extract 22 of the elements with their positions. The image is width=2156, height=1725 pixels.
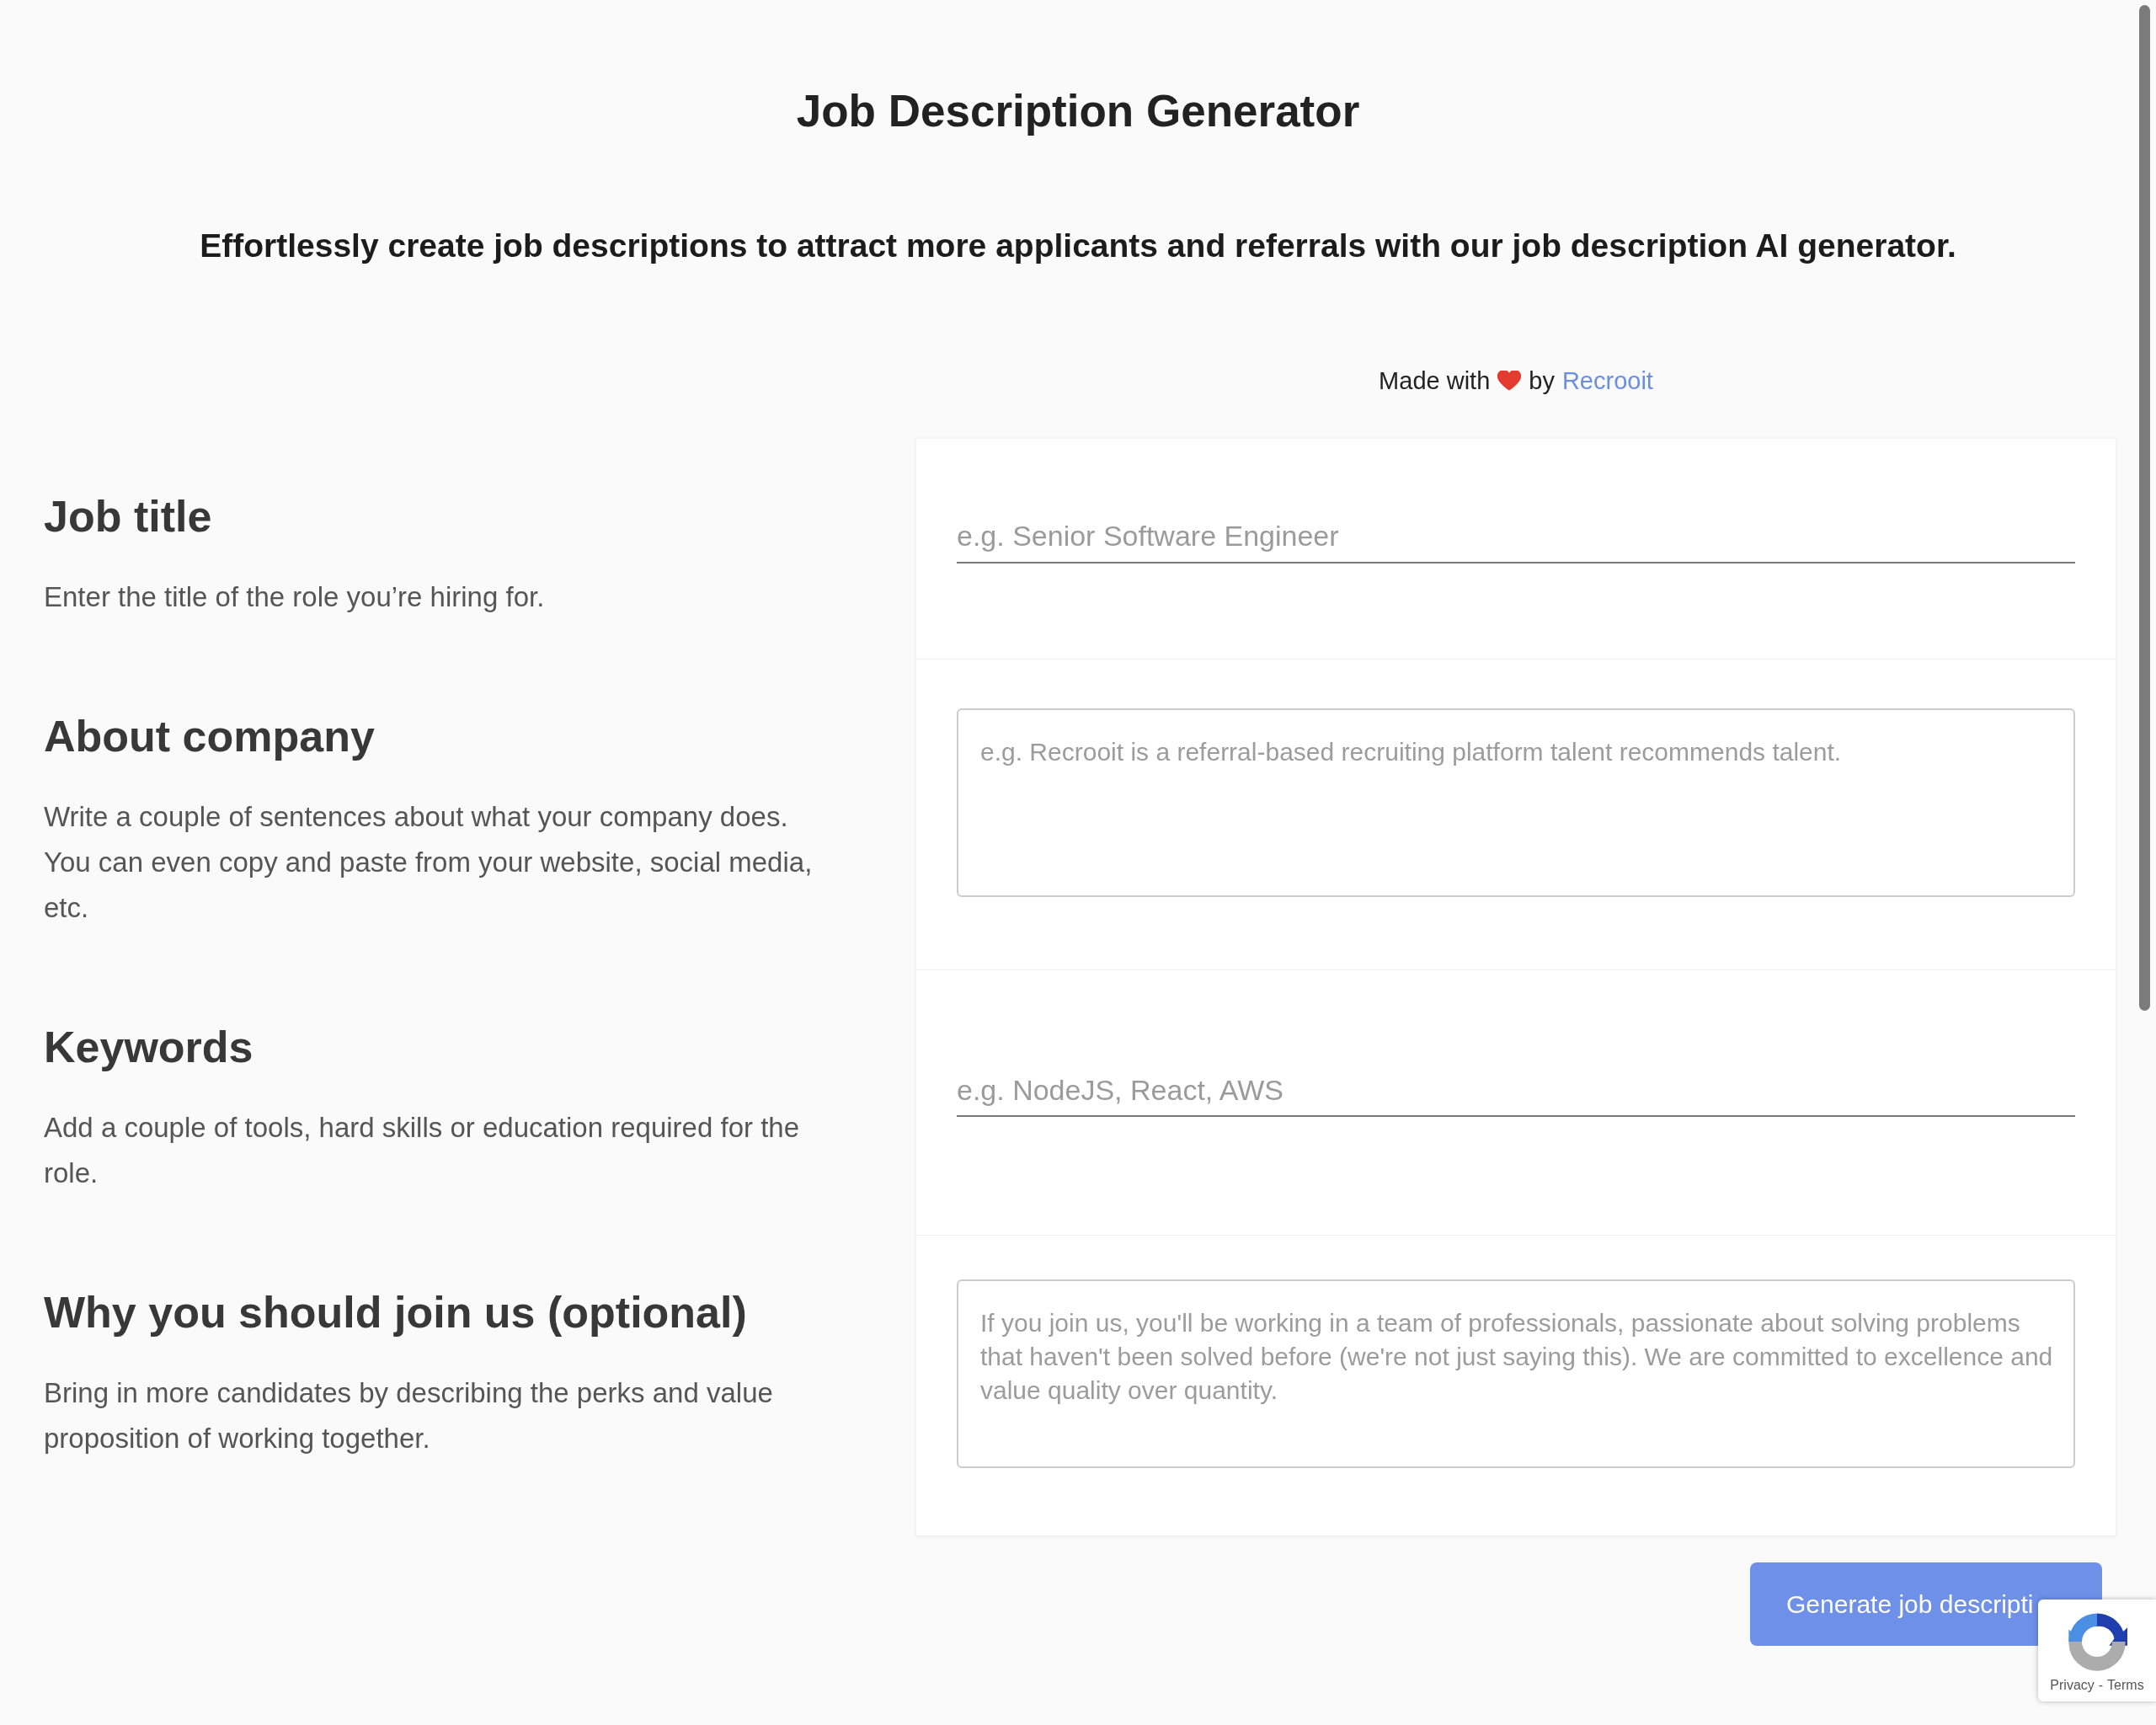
- section-description: Enter the title of the role you’re hiring for.: [44, 580, 546, 614]
- page-subtitle: Effortlessly create job descriptions to attract more applicants and referrals with our job description AI generator.: [199, 227, 1957, 265]
- text-area[interactable]: e.g. Recrooit is a referral-based recruiting platform talent recommends talent.: [957, 708, 2075, 897]
- section-heading: Keywords: [44, 1022, 254, 1073]
- text-area[interactable]: If you join us, you'll be working in a team of professionals, passionate about solving problems that haven't been solved before (we're not just saying this). We are committed to excellence and value quality over quantity.: [957, 1279, 2075, 1468]
- section-description: Bring in more candidates by describing the perks and value proposition of working together.: [44, 1376, 774, 1455]
- badge-link[interactable]: Privacy: [2050, 1676, 2095, 1695]
- link-separator: -: [2098, 1677, 2104, 1694]
- scrollbar-thumb[interactable]: [2139, 5, 2150, 1011]
- section-heading: Job title: [44, 491, 213, 542]
- heart-icon: [1497, 371, 1522, 391]
- section-description: Add a couple of tools, hard skills or education required for the role.: [44, 1111, 801, 1190]
- credit-text: by: [1529, 366, 1555, 396]
- text-input[interactable]: e.g. NodeJS, React, AWS: [957, 1065, 2075, 1117]
- section-heading: About company: [44, 711, 376, 762]
- text-input[interactable]: e.g. Senior Software Engineer: [957, 510, 2075, 563]
- section-description: Write a couple of sentences about what your company does. You can even copy and paste from your website, social media, etc.: [44, 800, 814, 925]
- circular-arrows-icon: [2067, 1611, 2127, 1672]
- badge-link[interactable]: Terms: [2107, 1676, 2144, 1695]
- section-heading: Why you should join us (optional): [44, 1287, 748, 1338]
- credit-text: Made with: [1379, 366, 1491, 396]
- page-title: Job Description Generator: [795, 85, 1361, 137]
